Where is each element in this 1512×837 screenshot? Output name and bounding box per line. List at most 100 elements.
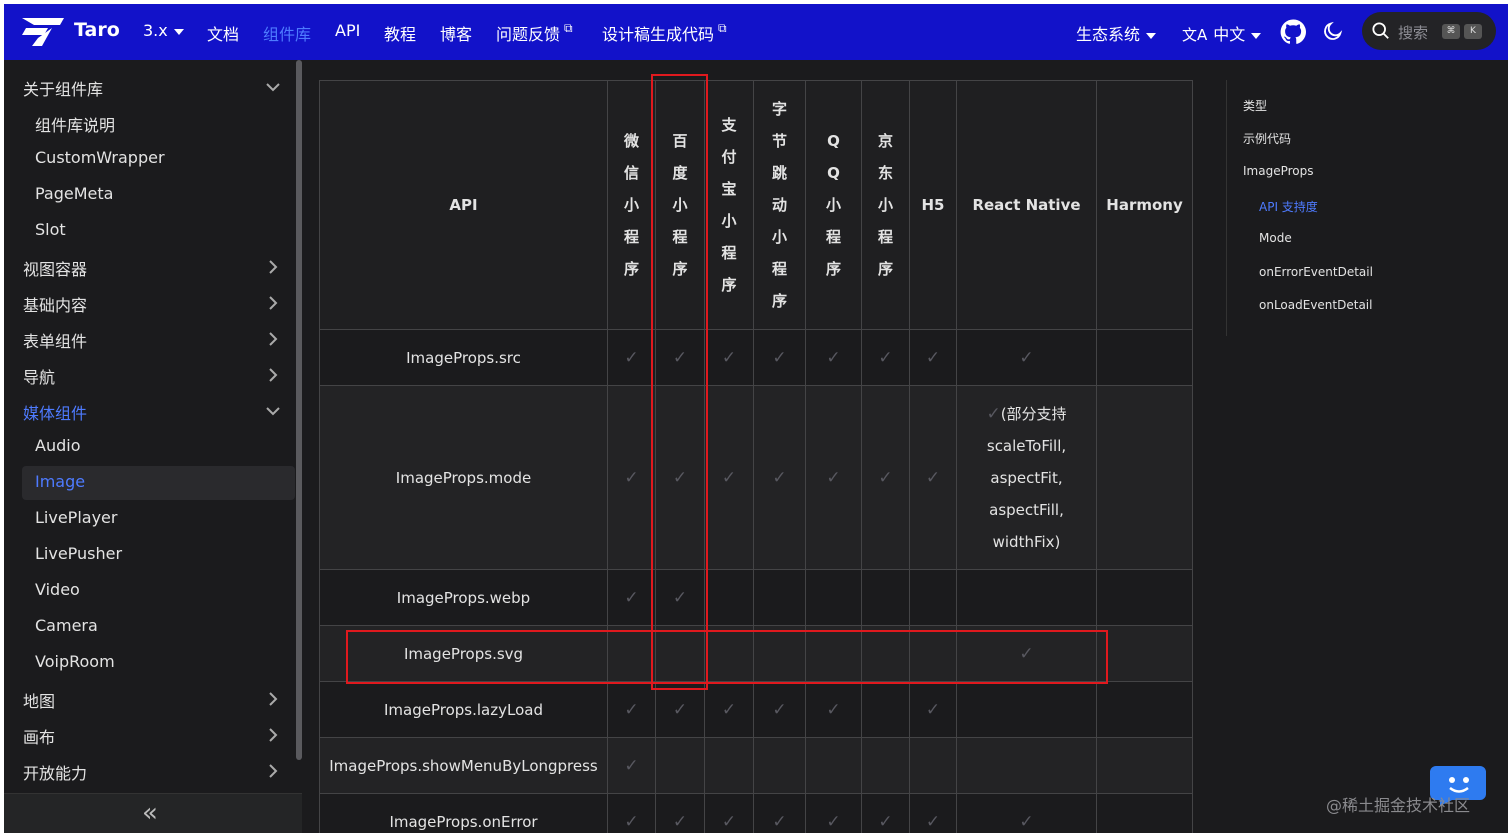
chevron-right-icon[interactable] — [266, 260, 280, 274]
check-icon: ✓ — [624, 699, 639, 720]
sidebar-item-audio[interactable]: Audio — [35, 436, 80, 455]
check-icon: ✓ — [624, 755, 639, 776]
nav-components[interactable]: 组件库 — [263, 21, 311, 45]
support-cell: ✓ — [909, 385, 957, 570]
sidebar-item-video[interactable]: Video — [35, 580, 80, 599]
sidebar-item-camera[interactable]: Camera — [35, 616, 98, 635]
github-icon[interactable] — [1280, 19, 1306, 45]
nav-blog[interactable]: 博客 — [440, 21, 472, 45]
check-icon: ✓ — [672, 699, 688, 720]
toc-item-api-support[interactable]: API 支持度 — [1259, 198, 1318, 215]
chevron-right-icon[interactable] — [266, 692, 280, 706]
note-line: ✓(部分支持 — [957, 398, 1096, 430]
support-cell — [909, 569, 957, 626]
nav-api[interactable]: API — [335, 21, 360, 40]
nav-feedback[interactable]: 问题反馈 ⧉ — [496, 21, 573, 45]
nav-design-to-code[interactable]: 设计稿生成代码 ⧉ — [602, 21, 727, 45]
support-cell: ✓ — [607, 793, 656, 833]
external-link-icon: ⧉ — [718, 21, 727, 35]
header-platform: 微信小程序 — [607, 80, 656, 330]
sidebar-item-pagemeta[interactable]: PageMeta — [35, 184, 113, 203]
chevron-right-icon[interactable] — [266, 764, 280, 778]
support-cell — [956, 569, 1097, 626]
note-text: aspectFill, — [989, 500, 1064, 519]
app-frame: Taro 3.x 文档 组件库 API 教程 博客 问题反馈 ⧉ 设计稿生成代码 ⧉… — [4, 4, 1508, 833]
sidebar-scrollbar[interactable] — [296, 60, 302, 760]
support-cell: ✓ — [704, 329, 754, 386]
check-icon: ✓ — [624, 467, 639, 488]
check-icon: ✓ — [826, 811, 841, 832]
toc-item-imageprops[interactable]: ImageProps — [1243, 164, 1314, 178]
table-row: ImageProps.src ✓ ✓ ✓ ✓ ✓ ✓ ✓ ✓ — [319, 329, 1193, 386]
chevron-down-icon[interactable] — [266, 404, 280, 418]
support-cell: ✓ — [655, 329, 705, 386]
sidebar-item-liveplayer[interactable]: LivePlayer — [35, 508, 117, 527]
sidebar-item-canvas[interactable]: 画布 — [23, 724, 55, 748]
sidebar-item-slot[interactable]: Slot — [35, 220, 66, 239]
sidebar-item-customwrapper[interactable]: CustomWrapper — [35, 148, 165, 167]
api-name-cell: ImageProps.lazyLoad — [319, 681, 608, 738]
sidebar-item-open-capabilities[interactable]: 开放能力 — [23, 760, 87, 784]
nav-tutorial[interactable]: 教程 — [384, 21, 416, 45]
toc-item-onerror-detail[interactable]: onErrorEventDetail — [1259, 265, 1373, 279]
support-cell — [861, 681, 910, 738]
sidebar-item-view-containers[interactable]: 视图容器 — [23, 256, 87, 280]
check-icon: ✓ — [826, 699, 841, 720]
sidebar-item-map[interactable]: 地图 — [23, 688, 55, 712]
toc-item-types[interactable]: 类型 — [1243, 97, 1267, 114]
header-label: Harmony — [1106, 196, 1183, 214]
support-cell: ✓ — [956, 625, 1097, 682]
header-label: 支付宝小程序 — [721, 116, 737, 294]
check-icon: ✓ — [721, 811, 737, 832]
sidebar-item-basic-content[interactable]: 基础内容 — [23, 292, 87, 316]
support-cell: ✓ — [655, 793, 705, 833]
support-cell: ✓ — [607, 569, 656, 626]
support-cell: ✓ — [655, 681, 705, 738]
sidebar-item-intro[interactable]: 组件库说明 — [35, 112, 115, 136]
sidebar-item-forms[interactable]: 表单组件 — [23, 328, 87, 352]
header-platform: 字节跳动小程序 — [753, 80, 806, 330]
caret-down-icon — [1251, 32, 1262, 39]
toc-item-mode[interactable]: Mode — [1259, 231, 1292, 245]
chevron-right-icon[interactable] — [266, 296, 280, 310]
sidebar-item-livepusher[interactable]: LivePusher — [35, 544, 122, 563]
table-header-row: API 微信小程序 百度小程序 支付宝小程序 字节跳动小程序 QQ小程序 京东小程序 H5 Re… — [319, 80, 1193, 330]
search-box[interactable]: 搜索 ⌘ K — [1362, 12, 1496, 50]
sidebar-item-media[interactable]: 媒体组件 — [23, 400, 87, 424]
header-label: React Native — [972, 196, 1081, 214]
toc-item-example[interactable]: 示例代码 — [1243, 130, 1291, 147]
support-cell: ✓ — [607, 681, 656, 738]
note-text: (部分支持 — [1000, 404, 1067, 423]
chevron-down-icon[interactable] — [266, 80, 280, 94]
header-platform: React Native — [956, 80, 1097, 330]
chevron-right-icon[interactable] — [266, 332, 280, 346]
support-cell: ✓ — [607, 329, 656, 386]
header-label: 字节跳动小程序 — [771, 100, 787, 310]
sidebar-item-image[interactable]: Image — [35, 472, 85, 491]
support-cell: ✓(部分支持 scaleToFill, aspectFit, aspectFill, w… — [956, 385, 1097, 570]
api-name-cell: ImageProps.mode — [319, 385, 608, 570]
sidebar-item-voiproom[interactable]: VoipRoom — [35, 652, 115, 671]
sidebar-item-about[interactable]: 关于组件库 — [23, 76, 103, 100]
version-dropdown[interactable]: 3.x — [143, 21, 184, 40]
table-row: ImageProps.lazyLoad ✓ ✓ ✓ ✓ ✓ ✓ — [319, 681, 1193, 738]
table-row: ImageProps.onError ✓ ✓ ✓ ✓ ✓ ✓ ✓ ✓ — [319, 793, 1193, 833]
sidebar-collapse-button[interactable]: « — [4, 793, 302, 833]
dark-mode-toggle-icon[interactable] — [1322, 20, 1344, 42]
brand-name[interactable]: Taro — [74, 19, 120, 41]
chevron-right-icon[interactable] — [266, 728, 280, 742]
nav-docs[interactable]: 文档 — [207, 21, 239, 45]
support-cell — [1096, 737, 1193, 794]
support-cell — [753, 625, 806, 682]
toc-item-onload-detail[interactable]: onLoadEventDetail — [1259, 298, 1372, 312]
check-icon: ✓ — [772, 811, 787, 832]
shortcut-key-k: K — [1464, 24, 1482, 39]
header-label: QQ小程序 — [825, 132, 841, 278]
ecosystem-dropdown[interactable]: 生态系统 — [1076, 21, 1157, 45]
taro-logo-icon[interactable] — [18, 14, 66, 48]
language-dropdown[interactable]: 文A 中文 — [1182, 21, 1262, 45]
sidebar-item-navigation[interactable]: 导航 — [23, 364, 55, 388]
support-cell — [861, 569, 910, 626]
chevron-right-icon[interactable] — [266, 368, 280, 382]
table-row: ImageProps.svg ✓ — [319, 625, 1193, 682]
